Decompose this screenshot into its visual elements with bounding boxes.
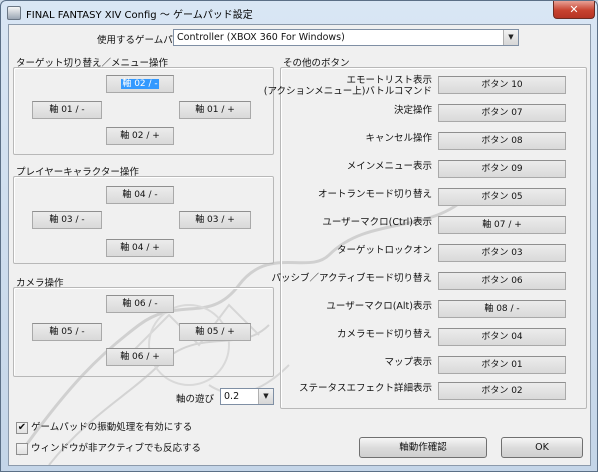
target-up-slot[interactable]: 軸 02 / - <box>106 75 174 93</box>
inactive-checkbox-label: ウィンドウが非アクティブでも反応する <box>31 443 201 454</box>
camera-right-slot[interactable]: 軸 05 / + <box>179 323 251 341</box>
gamepad-select-value: Controller (XBOX 360 For Windows) <box>177 32 345 43</box>
camera-up-slot[interactable]: 軸 06 / - <box>106 295 174 313</box>
target-right-slot[interactable]: 軸 01 / + <box>179 101 251 119</box>
client-area: 使用するゲームパッド Controller (XBOX 360 For Wind… <box>8 24 591 466</box>
row-lockon-label: ターゲットロックオン <box>336 245 432 256</box>
axis-play-label: 軸の遊び <box>176 394 215 405</box>
player-left-slot[interactable]: 軸 03 / - <box>32 211 102 229</box>
row-camera-mode-label: カメラモード切り替え <box>336 329 432 340</box>
row-emote-label: エモートリスト表示 (アクションメニュー上)バトルコマンド <box>263 75 432 97</box>
row-status-effect-slot[interactable]: ボタン 02 <box>438 382 566 400</box>
inactive-checkbox[interactable] <box>16 442 28 455</box>
inactive-checkbox-row[interactable]: ウィンドウが非アクティブでも反応する <box>16 440 201 455</box>
player-down-slot[interactable]: 軸 04 / + <box>106 239 174 257</box>
app-icon <box>7 6 21 20</box>
row-map-label: マップ表示 <box>384 357 432 368</box>
row-lockon-slot[interactable]: ボタン 03 <box>438 244 566 262</box>
row-passive-slot[interactable]: ボタン 06 <box>438 272 566 290</box>
close-icon: ✕ <box>569 3 579 16</box>
camera-left-slot[interactable]: 軸 05 / - <box>32 323 102 341</box>
row-macro-ctrl-slot[interactable]: 軸 07 / + <box>438 216 566 234</box>
target-left-slot[interactable]: 軸 01 / - <box>32 101 102 119</box>
gamepad-select[interactable]: Controller (XBOX 360 For Windows) ▼ <box>173 29 519 46</box>
ok-button[interactable]: OK <box>501 437 583 458</box>
vibration-checkbox-row[interactable]: ✔ ゲームパッドの振動処理を有効にする <box>16 419 192 434</box>
row-cancel-label: キャンセル操作 <box>365 133 432 144</box>
player-up-slot[interactable]: 軸 04 / - <box>106 186 174 204</box>
chevron-down-icon: ▼ <box>503 30 518 45</box>
vibration-checkbox[interactable]: ✔ <box>16 421 28 434</box>
row-passive-label: パッシブ／アクティブモード切り替え <box>271 273 432 284</box>
row-macro-ctrl-label: ユーザーマクロ(Ctrl)表示 <box>322 217 432 228</box>
row-cancel-slot[interactable]: ボタン 08 <box>438 132 566 150</box>
row-status-effect-label: ステータスエフェクト詳細表示 <box>298 383 432 394</box>
chevron-down-icon: ▼ <box>258 389 273 404</box>
row-confirm-label: 決定操作 <box>393 105 432 116</box>
target-down-slot[interactable]: 軸 02 / + <box>106 127 174 145</box>
row-autorun-label: オートランモード切り替え <box>317 189 432 200</box>
axis-play-select[interactable]: 0.2 ▼ <box>220 388 274 405</box>
row-mainmenu-slot[interactable]: ボタン 09 <box>438 160 566 178</box>
window-title: FINAL FANTASY XIV Config ～ ゲームパッド設定 <box>26 10 253 21</box>
row-mainmenu-label: メインメニュー表示 <box>346 161 432 172</box>
config-window: FINAL FANTASY XIV Config ～ ゲームパッド設定 ✕ 使用… <box>0 0 598 472</box>
vibration-checkbox-label: ゲームパッドの振動処理を有効にする <box>31 422 193 433</box>
axis-play-value: 0.2 <box>224 391 240 402</box>
player-right-slot[interactable]: 軸 03 / + <box>179 211 251 229</box>
row-autorun-slot[interactable]: ボタン 05 <box>438 188 566 206</box>
row-camera-mode-slot[interactable]: ボタン 04 <box>438 328 566 346</box>
row-confirm-slot[interactable]: ボタン 07 <box>438 104 566 122</box>
row-map-slot[interactable]: ボタン 01 <box>438 356 566 374</box>
close-button[interactable]: ✕ <box>553 1 595 19</box>
row-macro-alt-label: ユーザーマクロ(Alt)表示 <box>326 301 432 312</box>
camera-down-slot[interactable]: 軸 06 / + <box>106 348 174 366</box>
axis-test-button[interactable]: 軸動作確認 <box>359 437 487 458</box>
row-emote-slot[interactable]: ボタン 10 <box>438 76 566 94</box>
row-macro-alt-slot[interactable]: 軸 08 / - <box>438 300 566 318</box>
title-bar[interactable]: FINAL FANTASY XIV Config ～ ゲームパッド設定 ✕ <box>1 1 597 24</box>
